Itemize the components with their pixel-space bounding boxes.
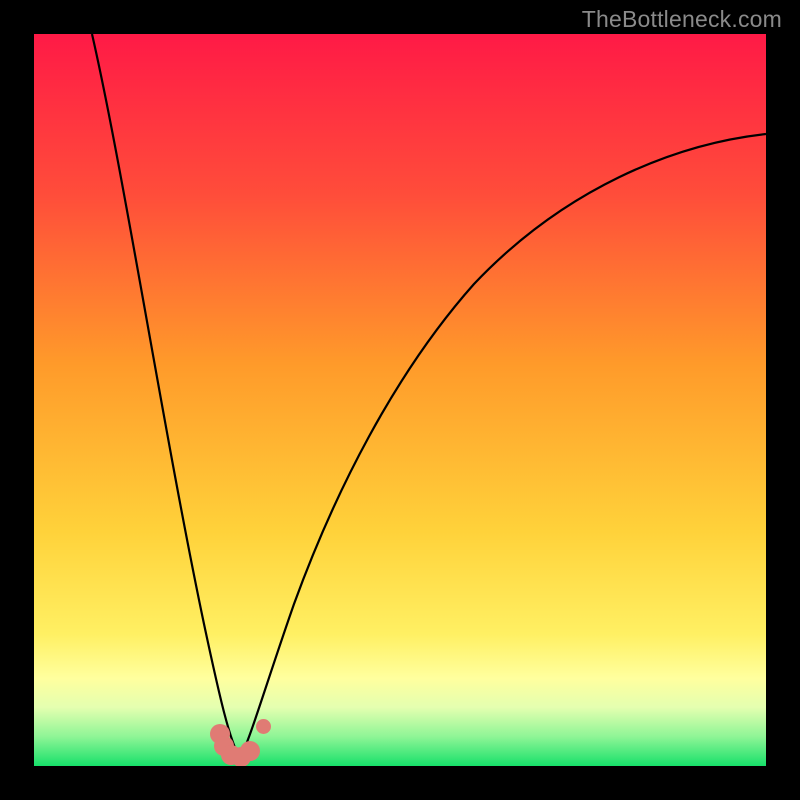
bottleneck-curves <box>34 34 766 766</box>
plot-area <box>34 34 766 766</box>
chart-frame: TheBottleneck.com <box>0 0 800 800</box>
right-curve <box>240 134 766 758</box>
left-curve <box>92 34 240 758</box>
highlight-dot <box>240 741 260 761</box>
highlight-dot <box>256 719 271 734</box>
watermark-text: TheBottleneck.com <box>582 6 782 33</box>
